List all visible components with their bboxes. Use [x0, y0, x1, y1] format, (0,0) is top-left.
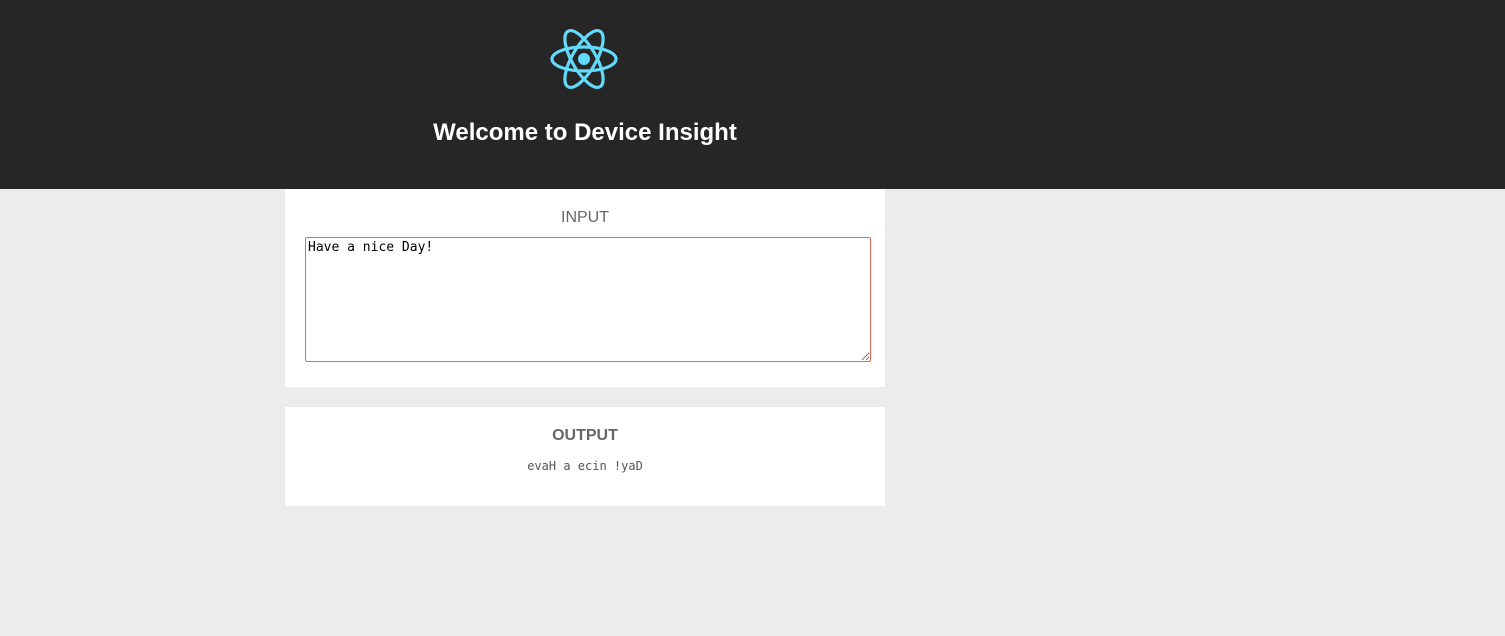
page-title: Welcome to Device Insight: [433, 119, 737, 146]
input-heading: INPUT: [561, 209, 609, 226]
input-textarea[interactable]: [305, 237, 871, 362]
input-panel: INPUT: [285, 189, 885, 387]
app-header: Welcome to Device Insight: [0, 0, 1505, 189]
output-heading: OUTPUT: [552, 427, 618, 444]
output-panel: OUTPUT evaH a ecin !yaD: [285, 407, 885, 506]
output-result: evaH a ecin !yaD: [527, 459, 643, 473]
react-atom-icon: [550, 29, 618, 89]
